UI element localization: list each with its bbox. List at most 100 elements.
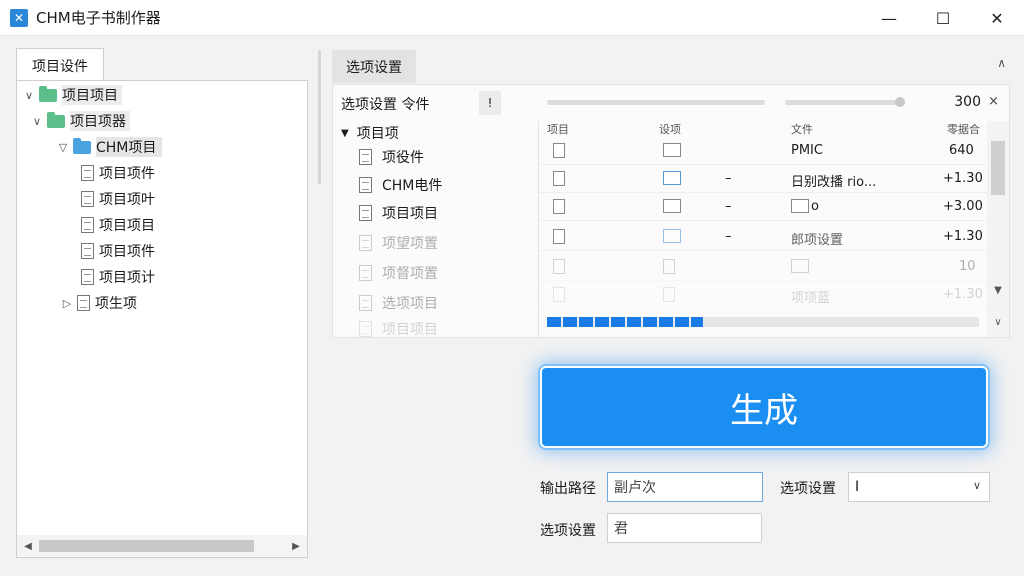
column-header[interactable]: 项目 [547,121,569,137]
table-cell: +3.00 [943,199,983,214]
generate-button[interactable]: 生成 [540,366,988,448]
output-path-input[interactable]: 副卢次 [607,472,763,502]
table-cell: +1.30 [943,171,983,186]
column-header[interactable]: 文件 [791,121,813,137]
tree-item[interactable]: 项目项计 [79,265,155,289]
table-cell: PMIC [791,143,823,158]
collapse-icon[interactable]: ∧ [997,56,1006,70]
document-icon [359,321,372,337]
table-cell: – [725,171,732,186]
slider-knob[interactable] [895,97,905,107]
options-tree-item[interactable]: 项目项目 [359,201,438,225]
tree-item-label: 项目项件 [99,166,155,182]
output-path-label: 输出路径 [540,481,596,497]
tree-item[interactable]: ∨ 项目项器 [29,109,130,133]
expand-icon[interactable]: ▷ [59,297,75,310]
document-icon [77,295,90,311]
scroll-down-icon[interactable]: ▼ [987,285,1009,296]
tree-item[interactable]: ▷ 项生项 [59,291,137,315]
slider[interactable] [785,97,905,107]
options-tree-item[interactable]: CHM电件 [359,173,442,197]
chevron-down-icon: ∨ [972,479,981,492]
left-tabbar: 项目设件 [16,48,308,82]
tree-item[interactable]: 项目项件 [79,161,155,185]
tree-item-label: 项生项 [95,296,137,312]
document-icon [663,259,675,274]
slider-track[interactable] [547,100,765,105]
scroll-track[interactable] [39,540,285,552]
document-icon [359,149,372,165]
document-icon [553,171,565,186]
table-row[interactable]: – 日别改播 rio... +1.30 [539,165,987,193]
table-cell: +1.30 [943,229,983,244]
scroll-left-icon[interactable]: ◀ [17,541,39,552]
options-tree-item-label: 选项项目 [382,296,438,312]
clear-icon[interactable]: × [988,94,999,109]
table-cell: 10 [959,259,976,274]
tree-item[interactable]: ∨ 项目项目 [21,83,122,107]
document-icon [359,205,372,221]
horizontal-scrollbar[interactable]: ◀ ▶ [17,535,307,557]
document-icon [553,287,565,302]
tree-item-label: 项目项件 [99,244,155,260]
project-tree-panel: ∨ 项目项目 ∨ 项目项器 ▽ CHM项目 项目项件 项目项叶 项目项目 项目项… [16,80,308,558]
table-cell: 640 [949,143,974,158]
folder-icon [39,85,57,102]
options-tree-item[interactable]: 项督项置 [359,261,438,285]
scroll-right-icon[interactable]: ▶ [285,541,307,552]
options-tree-item-label: 项目项目 [382,206,438,222]
option-select[interactable]: I ∨ [848,472,990,502]
table-cell: o [811,199,819,214]
expand-icon[interactable]: ∨ [29,115,45,128]
options-tree-item-label: 项役件 [382,150,424,166]
close-button[interactable]: ✕ [970,0,1024,36]
minimize-button[interactable]: — [862,0,916,36]
options-tree-item[interactable]: 项望项置 [359,231,438,255]
table-row[interactable]: PMIC 640 [539,137,987,165]
tree-item-selected[interactable]: ▽ CHM项目 [55,135,163,159]
options-tree: ▼ 项目项 项役件 CHM电件 项目项目 项望项置 项督项置 选项项目 项目项目 [333,121,539,338]
expand-icon[interactable]: ▼ [341,128,349,139]
option-input[interactable]: 君 [607,513,762,543]
tree-item[interactable]: 项目项目 [79,213,155,237]
table-row[interactable]: – 郎项设置 +1.30 [539,223,987,251]
options-toolbar: 选项设置 令件 ! 300 × [333,85,1009,121]
options-tree-item[interactable]: 项目项目 [359,317,438,341]
table-row[interactable]: 10 [539,253,987,281]
tree-item[interactable]: 项目项件 [79,239,155,263]
document-icon [553,143,565,158]
tree-item[interactable]: 项目项叶 [79,187,155,211]
options-tree-root[interactable]: ▼ 项目项 [341,121,399,145]
document-icon [359,177,372,193]
checkbox[interactable] [663,171,681,185]
options-tree-item[interactable]: 选项项目 [359,291,438,315]
scroll-thumb[interactable] [991,141,1005,195]
scroll-thumb[interactable] [39,540,254,552]
options-tree-item-label: CHM电件 [382,178,443,194]
tree-item-label: 项目项叶 [99,192,155,208]
vertical-scrollbar[interactable]: ▼ ∨ [987,121,1009,337]
table-cell: 郎项设置 [791,233,844,248]
column-header[interactable]: 零据合 [947,121,980,137]
checkbox[interactable] [663,229,681,243]
expand-icon[interactable]: ∨ [21,89,37,102]
tree-item-label: 项目项计 [99,270,155,286]
document-icon [553,259,565,274]
column-header[interactable]: 设项 [659,121,681,137]
chevron-down-icon[interactable]: ∨ [987,317,1009,328]
options-label: 选项设置 令件 [341,97,430,113]
info-button[interactable]: ! [479,91,501,115]
tab-options[interactable]: 选项设置 [332,50,416,83]
maximize-button[interactable]: ☐ [916,0,970,36]
expand-icon[interactable]: ▽ [55,141,71,154]
table-cell: – [725,199,732,214]
options-tree-item[interactable]: 项役件 [359,145,424,169]
window-title: CHM电子书制作器 [36,9,161,27]
splitter[interactable] [318,50,321,184]
table-row[interactable]: 项项蓝 +1.30 [539,281,987,309]
folder-outline-icon [791,199,809,213]
table-row[interactable]: – o +3.00 [539,193,987,221]
tab-project[interactable]: 项目设件 [16,48,104,82]
value-readout: 300 [954,94,981,110]
options-grid: 项目 设项 文件 零据合 PMIC 640 – 日别改播 rio... +1.3… [539,121,987,309]
